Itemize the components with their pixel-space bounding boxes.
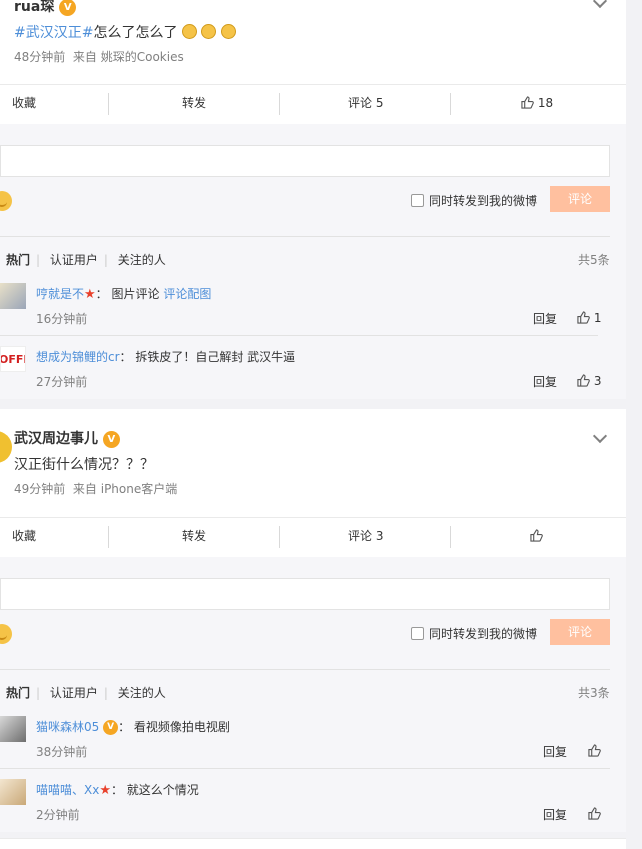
comment-section-1: 同时转发到我的微博 评论 热门 | 认证用户 | 关注的人 共5条 哼就是不★： 图… [0, 124, 626, 399]
reply-button[interactable]: 回复 [543, 806, 567, 823]
repost-checkbox-label: 同时转发到我的微博 [429, 194, 538, 208]
verified-badge-icon: V [103, 720, 119, 735]
comment-username[interactable]: 哼就是不 [36, 287, 84, 301]
comment-like-button[interactable] [588, 744, 601, 758]
post-source[interactable]: 来自 iPhone客户端 [73, 482, 177, 496]
favorite-button[interactable]: 收藏 [12, 85, 36, 125]
thumbs-up-icon [530, 529, 543, 542]
avatar[interactable] [0, 431, 12, 463]
emoji-icon [201, 24, 217, 39]
comment-username[interactable]: 喵喵喵、Xx [36, 783, 99, 797]
divider [108, 526, 109, 548]
comment-button[interactable]: 评论 5 [348, 85, 383, 125]
comment-like-button[interactable]: 3 [577, 374, 601, 388]
repost-button[interactable]: 转发 [182, 518, 206, 558]
thumbs-up-icon [521, 96, 534, 109]
chevron-down-icon[interactable] [592, 428, 608, 444]
tab-hot[interactable]: 热门 [6, 686, 30, 700]
reply-button[interactable]: 回复 [533, 373, 557, 390]
thumbs-up-icon [577, 311, 590, 324]
comment-count: 共3条 [578, 686, 610, 700]
emoji-icon [181, 24, 197, 39]
like-button[interactable]: 18 [521, 85, 553, 125]
divider [0, 768, 610, 769]
post-text: #武汉汉正#怎么了怎么了 [14, 22, 236, 42]
tab-verified[interactable]: 认证用户 [50, 253, 98, 267]
comment-text: 哼就是不★： 图片评论 评论配图 [36, 287, 212, 302]
vip-star-icon: ★ [99, 783, 111, 798]
like-button[interactable] [530, 518, 543, 558]
comment-time: 2分钟前 [36, 808, 80, 822]
comment-time: 27分钟前 [36, 375, 88, 389]
comment-like-button[interactable]: 1 [577, 311, 601, 325]
verified-badge-icon: V [102, 430, 120, 448]
comment-time: 38分钟前 [36, 745, 88, 759]
divider [0, 335, 598, 336]
emoji-icon [220, 24, 236, 39]
favorite-button[interactable]: 收藏 [12, 518, 36, 558]
comment-text: 喵喵喵、Xx★： 就这么个情况 [36, 783, 199, 798]
tab-following[interactable]: 关注的人 [118, 253, 166, 267]
comment-time: 16分钟前 [36, 312, 88, 326]
avatar[interactable] [0, 716, 26, 742]
comment-input[interactable] [0, 145, 610, 177]
submit-comment-button[interactable]: 评论 [550, 186, 610, 212]
post-time[interactable]: 49分钟前 [14, 482, 65, 496]
repost-checkbox[interactable] [411, 627, 424, 640]
comment-tabs: 热门 | 认证用户 | 关注的人 [6, 253, 166, 267]
divider [279, 93, 280, 115]
avatar[interactable]: OFFE [0, 346, 26, 372]
post-card-1: rua琛 V #武汉汉正#怎么了怎么了 48分钟前 来自 姚琛的Cookies [0, 0, 626, 85]
emoji-picker-icon[interactable] [0, 624, 12, 644]
post-text: 汉正街什么情况？？？ [14, 457, 154, 473]
tab-following[interactable]: 关注的人 [118, 686, 166, 700]
submit-comment-button[interactable]: 评论 [550, 619, 610, 645]
post-username[interactable]: 武汉周边事儿 V [14, 428, 120, 448]
post-actions-2: 收藏 转发 评论 3 [0, 517, 626, 557]
comment-username[interactable]: 想成为锦鲤的cr [36, 350, 120, 364]
emoji-picker-icon[interactable] [0, 191, 12, 211]
comment-text: 想成为锦鲤的cr： 拆铁皮了！自己解封 武汉牛逼 [36, 350, 296, 364]
post-card-2: 武汉周边事儿 V 汉正街什么情况？？？ 49分钟前 来自 iPhone客户端 [0, 409, 626, 517]
bottom-bar [0, 838, 626, 849]
divider [450, 526, 451, 548]
reply-button[interactable]: 回复 [543, 743, 567, 760]
divider [279, 526, 280, 548]
post-meta: 48分钟前 来自 姚琛的Cookies [14, 48, 184, 65]
comment-count: 共5条 [578, 253, 610, 267]
tab-verified[interactable]: 认证用户 [50, 686, 98, 700]
topic-link[interactable]: #武汉汉正# [14, 25, 93, 41]
repost-button[interactable]: 转发 [182, 85, 206, 125]
post-meta: 49分钟前 来自 iPhone客户端 [14, 480, 177, 497]
divider [108, 93, 109, 115]
comment-text: 猫咪森林05 V： 看视频像拍电视剧 [36, 720, 230, 735]
post-time[interactable]: 48分钟前 [14, 50, 65, 64]
comment-like-button[interactable] [588, 807, 601, 821]
comment-username[interactable]: 猫咪森林05 [36, 720, 99, 734]
thumbs-up-icon [588, 807, 601, 820]
tab-hot[interactable]: 热门 [6, 253, 30, 267]
thumbs-up-icon [588, 744, 601, 757]
comment-tabs: 热门 | 认证用户 | 关注的人 [6, 686, 166, 700]
comment-section-2: 同时转发到我的微博 评论 热门 | 认证用户 | 关注的人 共3条 猫咪森林05 V… [0, 557, 626, 832]
repost-checkbox[interactable] [411, 194, 424, 207]
avatar[interactable] [0, 779, 26, 805]
avatar[interactable] [0, 283, 26, 309]
post-actions-1: 收藏 转发 评论 5 18 [0, 84, 626, 124]
comment-button[interactable]: 评论 3 [348, 518, 383, 558]
divider [0, 236, 610, 237]
post-source[interactable]: 来自 姚琛的Cookies [73, 50, 184, 64]
chevron-down-icon[interactable] [592, 0, 608, 9]
verified-badge-icon: V [59, 0, 77, 16]
comment-input[interactable] [0, 578, 610, 610]
thumbs-up-icon [577, 374, 590, 387]
vip-star-icon: ★ [84, 287, 96, 302]
comment-image-link[interactable]: 评论配图 [163, 287, 211, 301]
reply-button[interactable]: 回复 [533, 310, 557, 327]
divider [0, 669, 610, 670]
divider [450, 93, 451, 115]
repost-checkbox-label: 同时转发到我的微博 [429, 627, 538, 641]
post-username[interactable]: rua琛 V [14, 0, 77, 16]
